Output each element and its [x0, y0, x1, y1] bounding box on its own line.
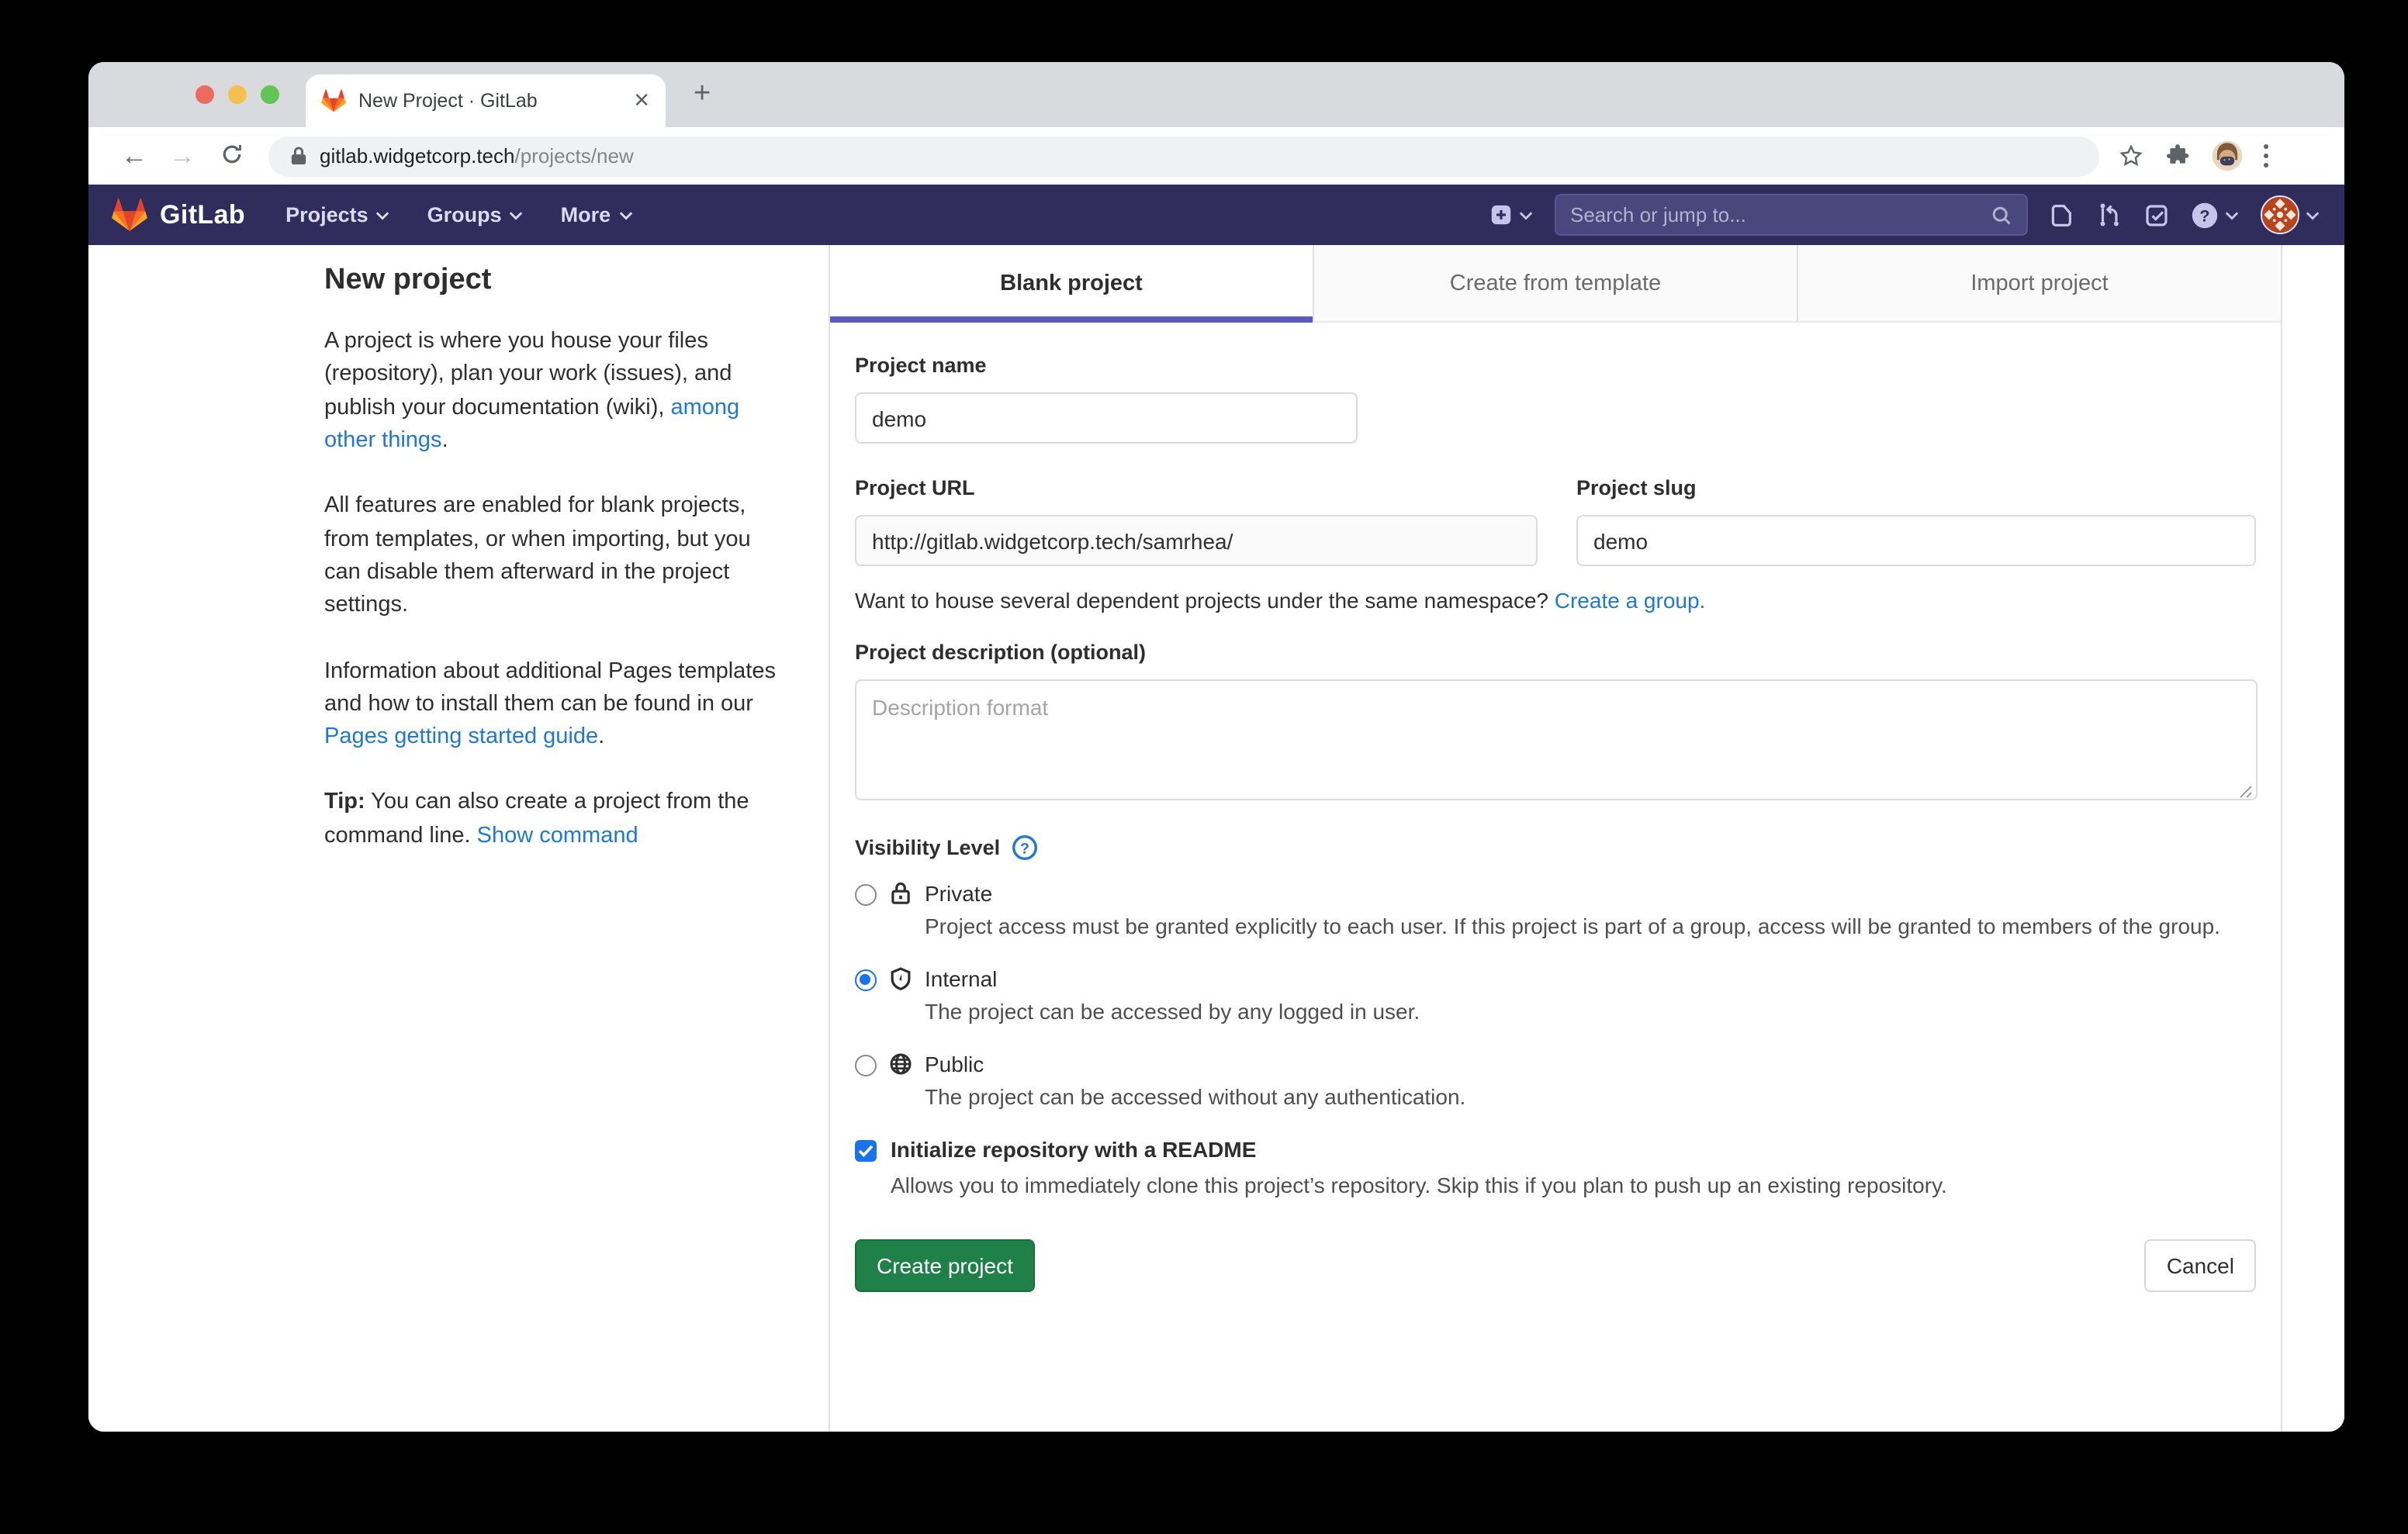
minimize-window-button[interactable] [228, 85, 247, 104]
new-menu-plus-button[interactable] [1489, 203, 1533, 226]
browser-toolbar: ← → gitlab.widgetcorp.tech/projects/new [88, 127, 2344, 185]
project-slug-label: Project slug [1576, 476, 2256, 499]
help-icon: ? [2191, 201, 2219, 229]
visibility-level-label: Visibility Level [855, 836, 1000, 859]
user-menu[interactable] [2261, 195, 2320, 234]
screenshot-stage: New Project · GitLab ✕ + ← → gitlab.widg… [0, 0, 2408, 1534]
namespace-hint: Want to house several dependent projects… [855, 588, 2256, 613]
back-icon[interactable]: ← [121, 143, 147, 169]
readme-description: Allows you to immediately clone this pro… [891, 1173, 1947, 1197]
close-window-button[interactable] [195, 85, 214, 104]
new-project-page: New project A project is where you house… [88, 245, 2344, 1432]
readme-checkbox[interactable] [855, 1140, 877, 1162]
browser-tab[interactable]: New Project · GitLab ✕ [306, 74, 666, 127]
nav-more-menu[interactable]: More [561, 203, 633, 226]
maximize-window-button[interactable] [261, 85, 279, 104]
reload-icon[interactable] [220, 142, 244, 170]
create-group-link[interactable]: Create a group. [1555, 588, 1706, 613]
merge-requests-icon[interactable] [2096, 202, 2123, 228]
public-label: Public [925, 1052, 1465, 1076]
blank-project-form: Project name Project URL Project slug Wa… [830, 323, 2281, 1292]
search-placeholder: Search or jump to... [1570, 203, 1991, 226]
project-slug-input[interactable] [1576, 515, 2256, 566]
navbar-menu: Projects Groups More [285, 203, 632, 226]
browser-window: New Project · GitLab ✕ + ← → gitlab.widg… [88, 62, 2344, 1432]
private-description: Project access must be granted explicitl… [925, 910, 2220, 943]
svg-text:?: ? [1019, 840, 1029, 857]
gitlab-wordmark[interactable]: GitLab [160, 199, 245, 230]
internal-description: The project can be accessed by any logge… [925, 996, 1420, 1028]
project-type-tabs: Blank project Create from template Impor… [830, 245, 2281, 323]
nav-projects-menu[interactable]: Projects [285, 203, 390, 226]
browser-tab-strip: New Project · GitLab ✕ + [88, 62, 2344, 127]
project-name-input[interactable] [855, 392, 1358, 444]
show-command-link[interactable]: Show command [477, 824, 638, 848]
tab-blank-project[interactable]: Blank project [830, 245, 1313, 321]
user-avatar [2261, 195, 2299, 234]
help-menu[interactable]: ? [2191, 201, 2239, 229]
project-url-input[interactable] [855, 515, 1538, 566]
new-project-panel: Blank project Create from template Impor… [829, 245, 2282, 1432]
address-bar[interactable]: gitlab.widgetcorp.tech/projects/new [268, 136, 2099, 176]
private-label: Private [925, 881, 2220, 906]
create-project-button[interactable]: Create project [855, 1239, 1035, 1292]
search-icon [1991, 204, 2012, 226]
browser-action-icons [2118, 140, 2268, 172]
visibility-option-internal[interactable]: Internal The project can be accessed by … [855, 966, 2256, 1028]
lock-icon [889, 881, 912, 943]
sidebar-paragraph-1: A project is where you house your files … [324, 326, 793, 458]
sidebar-tip: Tip: You can also create a project from … [324, 787, 793, 853]
pages-guide-link[interactable]: Pages getting started guide [324, 724, 598, 749]
page-title: New project [324, 264, 793, 298]
svg-text:?: ? [2199, 206, 2209, 225]
https-lock-icon[interactable] [290, 146, 307, 166]
internal-radio[interactable] [855, 969, 877, 991]
visibility-option-public[interactable]: Public The project can be accessed witho… [855, 1052, 2256, 1114]
browser-menu-kebab-icon[interactable] [2264, 142, 2268, 170]
browser-profile-avatar[interactable] [2211, 140, 2244, 172]
new-tab-button[interactable]: + [694, 78, 711, 112]
gitlab-logo-icon[interactable] [112, 197, 147, 233]
search-input[interactable]: Search or jump to... [1555, 194, 2028, 236]
sidebar-help-text: New project A project is where you house… [324, 264, 793, 886]
tab-import-project[interactable]: Import project [1797, 245, 2281, 321]
public-radio[interactable] [855, 1055, 877, 1076]
project-name-label: Project name [855, 354, 2256, 377]
visibility-option-private[interactable]: Private Project access must be granted e… [855, 881, 2256, 943]
extensions-puzzle-icon[interactable] [2164, 143, 2191, 169]
project-description-textarea[interactable] [855, 679, 2258, 800]
shield-icon [889, 966, 912, 1028]
readme-label: Initialize repository with a README [891, 1137, 1947, 1162]
gitlab-favicon [321, 88, 346, 113]
todos-icon[interactable] [2144, 202, 2169, 227]
tab-create-from-template[interactable]: Create from template [1313, 245, 1797, 321]
bookmark-star-icon[interactable] [2118, 143, 2144, 169]
tab-title: New Project · GitLab [358, 90, 624, 112]
public-description: The project can be accessed without any … [925, 1081, 1465, 1114]
tab-close-icon[interactable]: ✕ [633, 88, 650, 113]
project-description-label: Project description (optional) [855, 641, 2256, 664]
project-url-label: Project URL [855, 476, 1576, 499]
internal-label: Internal [925, 966, 1420, 991]
globe-icon [889, 1052, 912, 1114]
sidebar-paragraph-3: Information about additional Pages templ… [324, 655, 793, 755]
forward-icon[interactable]: → [169, 143, 195, 169]
issues-icon[interactable] [2050, 202, 2074, 227]
url-domain: gitlab.widgetcorp.tech [320, 144, 515, 168]
gitlab-navbar: GitLab Projects Groups More Search or ju… [88, 185, 2344, 245]
url-text: gitlab.widgetcorp.tech/projects/new [320, 144, 634, 168]
sidebar-paragraph-2: All features are enabled for blank proje… [324, 491, 793, 624]
form-actions: Create project Cancel [855, 1239, 2256, 1292]
nav-groups-menu[interactable]: Groups [427, 203, 524, 226]
private-radio[interactable] [855, 884, 877, 906]
url-path: /projects/new [515, 144, 634, 168]
navbar-right: Search or jump to... ? [1489, 194, 2320, 236]
cancel-button[interactable]: Cancel [2145, 1239, 2256, 1292]
visibility-help-icon[interactable]: ? [1011, 834, 1037, 861]
textarea-resize-handle[interactable] [2239, 785, 2253, 799]
readme-option[interactable]: Initialize repository with a README Allo… [855, 1137, 2256, 1197]
